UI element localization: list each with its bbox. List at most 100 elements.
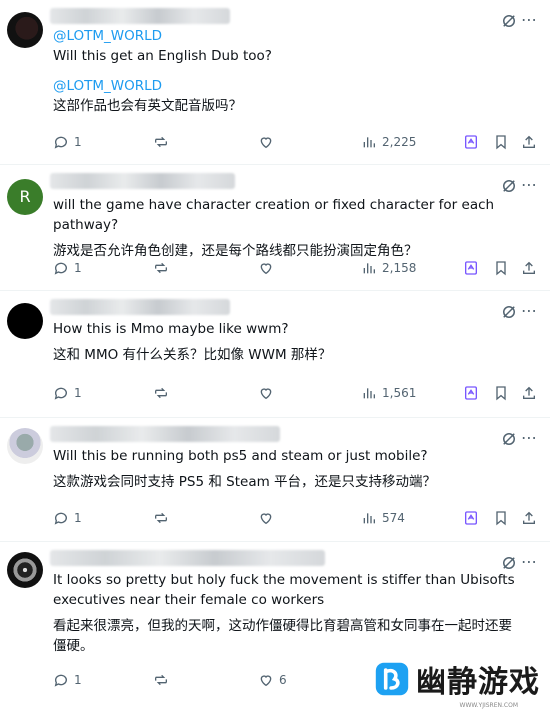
bookmark-button[interactable] (493, 385, 509, 401)
like-button[interactable] (258, 260, 274, 276)
site-watermark: 幽静游戏 (374, 657, 540, 701)
avatar[interactable]: R (7, 179, 43, 215)
reply-count: 1 (74, 386, 82, 400)
mention-link[interactable]: @LOTM_WORLD (53, 26, 534, 46)
views-icon (363, 513, 375, 524)
avatar[interactable] (7, 303, 43, 339)
avatar-letter: R (19, 187, 31, 206)
post-text: Will this be running both ps5 and steam … (53, 446, 534, 492)
reply-button[interactable]: 1 (53, 385, 82, 401)
repost-button[interactable] (153, 134, 169, 150)
post-text-line: 游戏是否允许角色创建，还是每个路线都只能扮演固定角色？ (53, 243, 418, 259)
bookmark-icon (496, 386, 506, 401)
grok-analyze-button[interactable] (463, 385, 479, 401)
views-button[interactable]: 1,561 (361, 385, 416, 401)
views-button[interactable]: 2,225 (361, 134, 416, 150)
share-button[interactable] (521, 134, 537, 150)
like-button[interactable] (258, 385, 274, 401)
heart-icon (260, 137, 272, 149)
bookmark-button[interactable] (493, 260, 509, 276)
share-icon (523, 511, 535, 524)
post-text-line: will the game have character creation or… (53, 197, 495, 233)
grok-analyze-button[interactable] (463, 134, 479, 150)
grok-analyze-button[interactable] (463, 260, 479, 276)
views-button[interactable]: 2,158 (361, 260, 416, 276)
post-text-line: 看起来很漂亮，但我的天啊，这动作僵硬得比育碧高管和女同事在一起时还要 (53, 618, 512, 634)
mention-link[interactable]: @LOTM_WORLD (53, 76, 534, 96)
reply-count: 1 (74, 261, 82, 275)
post-text-line: 这和 MMO 有什么关系？比如像 WWM 那样？ (53, 347, 332, 363)
blurred-author-header (50, 426, 280, 442)
repost-icon (155, 136, 167, 148)
reply-post[interactable]: ⋯ @LOTM_WORLD Will this get an English D… (0, 0, 550, 165)
views-button[interactable]: 574 (361, 510, 405, 526)
share-button[interactable] (521, 510, 537, 526)
heart-icon (260, 513, 272, 525)
bookmark-icon (496, 261, 506, 276)
reply-icon (54, 136, 67, 149)
share-icon (523, 261, 535, 274)
heart-icon (260, 388, 272, 400)
repost-button[interactable] (153, 385, 169, 401)
post-text: How this is Mmo maybe like wwm? 这和 MMO 有… (53, 319, 534, 365)
grok-analyze-icon (465, 261, 477, 275)
repost-icon (155, 262, 167, 274)
post-text-line: 僵硬。 (53, 638, 94, 654)
watermark-url: WWW.YJISREN.COM (459, 702, 518, 709)
reply-post[interactable]: ⋯ It looks so pretty but holy fuck the m… (0, 542, 550, 709)
like-button[interactable]: 6 (258, 672, 287, 688)
watermark-text: 幽静游戏 (416, 665, 540, 700)
bookmark-icon (496, 135, 506, 150)
repost-icon (155, 512, 167, 524)
repost-button[interactable] (153, 510, 169, 526)
bookmark-button[interactable] (493, 510, 509, 526)
post-text-line: Will this get an English Dub too? (53, 48, 272, 64)
repost-button[interactable] (153, 260, 169, 276)
views-icon (363, 137, 375, 148)
bookmark-button[interactable] (493, 134, 509, 150)
like-button[interactable] (258, 510, 274, 526)
more-options-icon[interactable]: ⋯ (521, 175, 538, 194)
post-text-line: It looks so pretty but holy fuck the mov… (53, 572, 515, 588)
share-button[interactable] (521, 260, 537, 276)
post-text-line: 这款游戏会同时支持 PS5 和 Steam 平台，还是只支持移动端？ (53, 474, 437, 490)
more-options-icon[interactable]: ⋯ (521, 428, 538, 447)
avatar[interactable] (7, 428, 43, 464)
post-text-line: 这部作品也会有英文配音版吗？ (53, 98, 242, 114)
reply-post[interactable]: ⋯ Will this be running both ps5 and stea… (0, 418, 550, 542)
reply-button[interactable]: 1 (53, 134, 82, 150)
views-icon (363, 263, 375, 274)
reply-icon (54, 512, 67, 525)
reply-icon (54, 262, 67, 275)
repost-button[interactable] (153, 672, 169, 688)
watermark-logo-icon (375, 662, 409, 696)
grok-analyze-icon (465, 135, 477, 149)
reply-button[interactable]: 1 (53, 510, 82, 526)
more-options-icon[interactable]: ⋯ (521, 301, 538, 320)
reply-post[interactable]: ⋯ How this is Mmo maybe like wwm? 这和 MMO… (0, 291, 550, 418)
reply-button[interactable]: 1 (53, 260, 82, 276)
avatar[interactable] (7, 552, 43, 588)
share-button[interactable] (521, 385, 537, 401)
blurred-author-header (50, 550, 325, 566)
avatar[interactable] (7, 12, 43, 48)
repost-icon (155, 674, 167, 686)
blurred-author-header (50, 173, 235, 189)
grok-analyze-button[interactable] (463, 510, 479, 526)
more-options-icon[interactable]: ⋯ (521, 552, 538, 571)
grok-icon[interactable] (500, 177, 518, 195)
share-icon (523, 135, 535, 148)
reply-button[interactable]: 1 (53, 672, 82, 688)
post-text: It looks so pretty but holy fuck the mov… (53, 570, 534, 656)
blurred-author-header (50, 299, 230, 315)
views-count: 2,158 (382, 261, 417, 275)
blurred-author-header (50, 8, 230, 24)
views-icon (363, 388, 375, 399)
reply-post[interactable]: R ⋯ will the game have character creatio… (0, 165, 550, 291)
repost-icon (155, 387, 167, 399)
views-count: 2,225 (382, 135, 417, 149)
like-button[interactable] (258, 134, 274, 150)
reply-feed: ⋯ @LOTM_WORLD Will this get an English D… (0, 0, 550, 709)
reply-count: 1 (74, 511, 82, 525)
bookmark-icon (496, 511, 506, 526)
